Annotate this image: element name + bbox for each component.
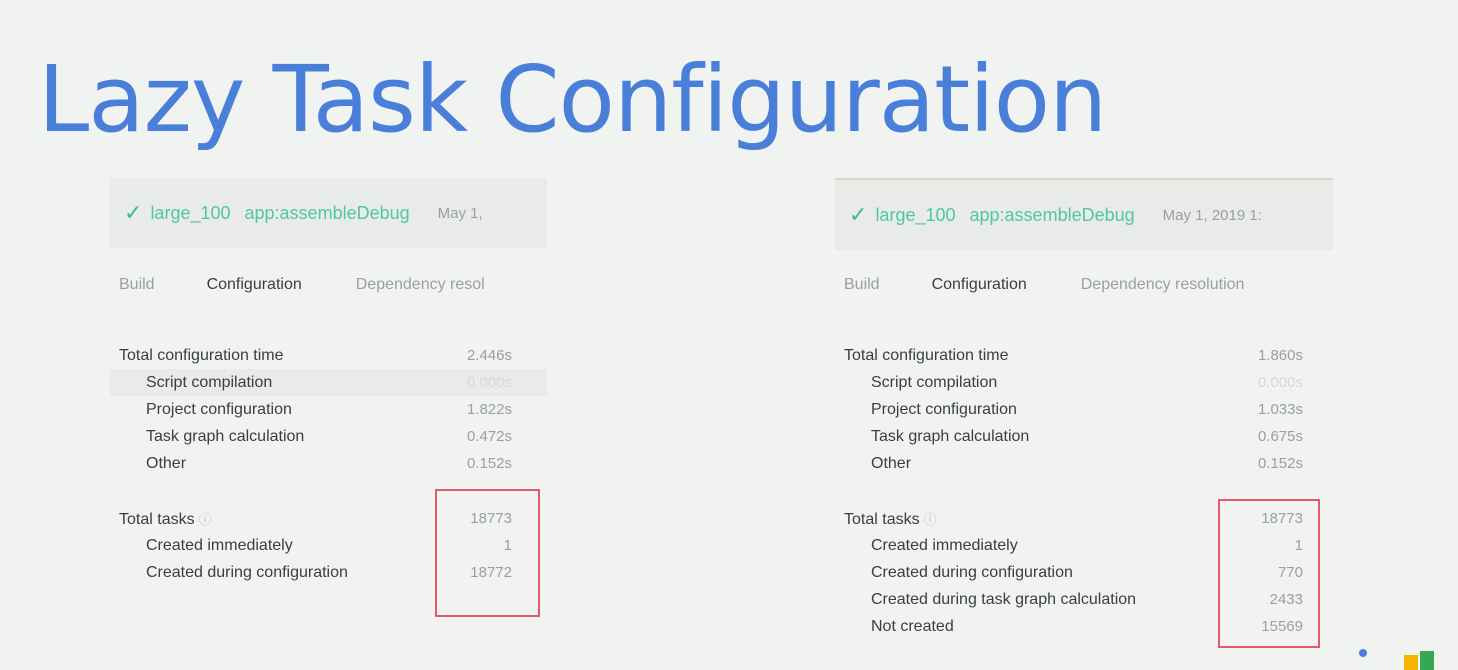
task-label: Created immediately xyxy=(146,536,293,554)
success-check-icon: ✓ xyxy=(124,200,143,225)
tab-build[interactable]: Build xyxy=(119,276,155,294)
config-value: 2.446s xyxy=(466,347,512,364)
config-row-total: Total configuration time 2.446s xyxy=(110,342,547,369)
task-label: Created during configuration xyxy=(871,563,1073,581)
tab-configuration[interactable]: Configuration xyxy=(207,276,302,294)
build-header: ✓ large_100 app:assembleDebug May 1, xyxy=(110,178,547,248)
config-label: Total configuration time xyxy=(844,346,1009,364)
task-label: Created during configuration xyxy=(146,563,348,581)
build-header: ✓ large_100 app:assembleDebug May 1, 201… xyxy=(835,178,1333,250)
config-value: 0.000s xyxy=(1257,374,1303,391)
config-value: 1.822s xyxy=(466,401,512,418)
tab-dependency-resolution[interactable]: Dependency resol xyxy=(356,276,485,294)
slide-title: Lazy Task Configuration xyxy=(38,46,1107,153)
config-label: Total configuration time xyxy=(119,346,284,364)
config-row-other: Other 0.152s xyxy=(110,450,547,477)
build-scan-panel-after: ✓ large_100 app:assembleDebug May 1, 201… xyxy=(835,178,1333,648)
success-check-icon: ✓ xyxy=(849,202,868,227)
config-label: Script compilation xyxy=(146,373,273,391)
config-row-script: Script compilation 0.000s xyxy=(110,369,547,396)
config-value: 0.152s xyxy=(466,455,512,472)
config-row-total: Total configuration time 1.860s xyxy=(835,342,1333,369)
config-value: 0.675s xyxy=(1257,428,1303,445)
config-label: Task graph calculation xyxy=(871,427,1030,445)
project-name-link[interactable]: large_100 xyxy=(875,205,955,226)
config-row-project: Project configuration 1.822s xyxy=(110,396,547,423)
config-value: 0.000s xyxy=(466,374,512,391)
config-value: 0.152s xyxy=(1257,455,1303,472)
task-label: Created during task graph calculation xyxy=(871,590,1137,608)
build-date: May 1, 2019 1: xyxy=(1162,206,1262,224)
config-label: Project configuration xyxy=(871,400,1017,418)
tab-dependency-resolution[interactable]: Dependency resolution xyxy=(1081,276,1245,294)
config-value: 0.472s xyxy=(466,428,512,445)
project-name-link[interactable]: large_100 xyxy=(150,203,230,224)
config-value: 1.033s xyxy=(1257,401,1303,418)
tab-build[interactable]: Build xyxy=(844,276,880,294)
build-date: May 1, xyxy=(437,204,483,222)
config-row-task-graph: Task graph calculation 0.675s xyxy=(835,423,1333,450)
tab-configuration[interactable]: Configuration xyxy=(932,276,1027,294)
config-row-task-graph: Task graph calculation 0.472s xyxy=(110,423,547,450)
config-row-script: Script compilation 0.000s xyxy=(835,369,1333,396)
config-label: Project configuration xyxy=(146,400,292,418)
task-label: Not created xyxy=(871,617,954,635)
config-row-project: Project configuration 1.033s xyxy=(835,396,1333,423)
config-label: Task graph calculation xyxy=(146,427,305,445)
task-count-highlight xyxy=(1218,499,1320,648)
task-name-link[interactable]: app:assembleDebug xyxy=(970,205,1135,226)
build-scan-panel-before: ✓ large_100 app:assembleDebug May 1, Bui… xyxy=(110,178,547,618)
tab-bar: Build Configuration Dependency resol xyxy=(110,270,547,300)
config-label: Script compilation xyxy=(871,373,998,391)
config-value: 1.860s xyxy=(1257,347,1303,364)
task-label: Created immediately xyxy=(871,536,1018,554)
task-count-highlight xyxy=(435,489,540,617)
task-label: Total tasks ⓘ xyxy=(119,510,212,528)
tab-bar: Build Configuration Dependency resolutio… xyxy=(835,270,1333,300)
config-row-other: Other 0.152s xyxy=(835,450,1333,477)
help-icon[interactable]: ⓘ xyxy=(924,512,937,527)
task-label: Total tasks ⓘ xyxy=(844,510,937,528)
task-name-link[interactable]: app:assembleDebug xyxy=(245,203,410,224)
config-label: Other xyxy=(871,454,912,472)
config-label: Other xyxy=(146,454,187,472)
google-logo-icon xyxy=(1359,649,1434,670)
help-icon[interactable]: ⓘ xyxy=(199,512,212,527)
